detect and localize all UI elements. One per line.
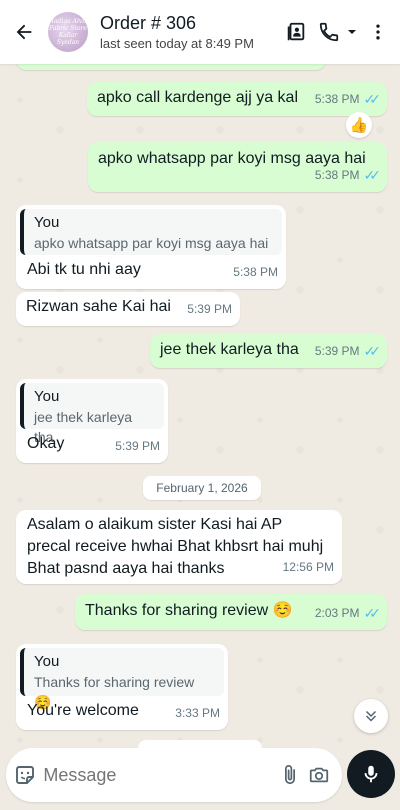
message-meta: 5:39 PM ✓✓ xyxy=(314,340,382,362)
phone-icon xyxy=(319,22,339,42)
last-seen-status: last seen today at 8:49 PM xyxy=(100,36,254,51)
message-incoming[interactable]: You jee thek karleya tha Okay 5:39 PM xyxy=(16,379,168,463)
message-text-line: Bhat pasnd aaya hai thanks xyxy=(27,560,225,577)
message-time: 5:38 PM xyxy=(314,92,360,106)
message-text: Thanks for sharing review ☺️ xyxy=(85,602,293,619)
message-meta: 5:39 PM xyxy=(187,298,232,320)
message-outgoing[interactable]: apko call kardenge ajj ya kal 5:38 PM ✓✓ xyxy=(87,82,387,116)
scroll-to-bottom-button[interactable] xyxy=(354,699,388,733)
chat-title: Order # 306 xyxy=(100,13,197,33)
read-ticks-icon: ✓✓ xyxy=(363,343,382,359)
reaction-badge[interactable]: 👍 xyxy=(346,112,372,138)
mic-icon xyxy=(364,765,378,783)
voice-message-button[interactable] xyxy=(347,750,395,798)
avatar-logo-text: Hadiqa Alvis Fabric Store Kallar Syedan xyxy=(48,18,88,46)
message-text: apko call kardenge ajj ya kal xyxy=(97,89,299,106)
message-text: Abi tk tu nhi aay xyxy=(27,261,141,278)
message-meta: 5:38 PM ✓✓ xyxy=(314,88,382,110)
message-text-line: precal receive hwhai Bhat khbsrt hai muh… xyxy=(27,538,324,555)
message-outgoing[interactable]: Thanks for sharing review ☺️ 2:03 PM ✓✓ xyxy=(75,594,387,630)
date-separator: February 1, 2026 xyxy=(143,476,261,500)
thumbs-up-icon: 👍 xyxy=(349,117,369,134)
message-incoming[interactable]: You apko whatsapp par koyi msg aaya hai … xyxy=(16,205,286,289)
message-incoming[interactable]: You Thanks for sharing review ☺️ You're … xyxy=(16,644,228,730)
message-time: 5:39 PM xyxy=(115,439,160,453)
message-outgoing[interactable]: jee thek karleya tha 5:39 PM ✓✓ xyxy=(150,334,387,368)
back-button[interactable] xyxy=(2,0,46,64)
more-vert-icon xyxy=(376,24,380,40)
message-text: Okay xyxy=(27,435,65,452)
message-composer xyxy=(6,748,342,802)
message-incoming[interactable]: Rizwan sahe Kai hai 5:39 PM xyxy=(16,292,240,326)
paperclip-icon xyxy=(284,765,295,785)
message-incoming[interactable]: Asalam o alaikum sister Kasi hai AP prec… xyxy=(16,510,342,584)
message-time: 5:39 PM xyxy=(187,302,232,316)
caret-down-icon xyxy=(348,30,356,34)
contact-card-button[interactable] xyxy=(278,12,314,52)
arrow-left-icon xyxy=(16,24,32,40)
message-meta: 2:03 PM ✓✓ xyxy=(314,602,382,624)
read-ticks-icon: ✓✓ xyxy=(363,91,382,107)
avatar[interactable]: Hadiqa Alvis Fabric Store Kallar Syedan xyxy=(48,12,88,52)
message-text: You're welcome xyxy=(27,702,139,719)
quote-author: You xyxy=(34,653,60,670)
message-meta: 5:39 PM xyxy=(115,435,160,457)
camera-button[interactable] xyxy=(305,748,334,802)
message-text: Rizwan sahe Kai hai xyxy=(26,298,171,315)
message-time: 3:33 PM xyxy=(175,706,220,720)
sticker-icon xyxy=(15,766,34,784)
read-ticks-icon: ✓✓ xyxy=(363,167,382,183)
contact-info[interactable]: Order # 306 last seen today at 8:49 PM xyxy=(100,12,278,52)
message-time: 2:03 PM xyxy=(314,606,360,620)
message-text: jee thek karleya tha xyxy=(160,341,299,358)
camera-icon xyxy=(310,767,329,783)
message-meta: 12:56 PM xyxy=(283,556,334,578)
message-time: 5:39 PM xyxy=(314,344,360,358)
quote-author: You xyxy=(34,214,60,231)
quoted-message[interactable]: You apko whatsapp par koyi msg aaya hai xyxy=(20,209,282,255)
more-options-button[interactable] xyxy=(360,12,396,52)
read-ticks-icon: ✓✓ xyxy=(363,605,382,621)
message-text-line: Asalam o alaikum sister Kasi hai AP xyxy=(27,516,283,533)
call-button[interactable] xyxy=(314,12,344,52)
message-meta: 5:38 PM xyxy=(233,261,278,283)
chat-header: Hadiqa Alvis Fabric Store Kallar Syedan … xyxy=(0,0,400,64)
quote-text: apko whatsapp par koyi msg aaya hai xyxy=(34,235,269,251)
message-meta: 5:38 PM ✓✓ xyxy=(314,164,382,186)
quote-author: You xyxy=(34,388,60,405)
sticker-button[interactable] xyxy=(10,748,39,802)
message-input[interactable] xyxy=(39,755,276,795)
message-time: 12:56 PM xyxy=(282,560,334,574)
quoted-message[interactable]: You Thanks for sharing review ☺️ xyxy=(20,648,224,710)
attach-button[interactable] xyxy=(275,748,304,802)
message-meta: 3:33 PM xyxy=(175,702,220,724)
message-outgoing[interactable]: apko whatsapp par koyi msg aaya hai 5:38… xyxy=(88,142,387,192)
message-time: 5:38 PM xyxy=(233,265,278,279)
message-time: 5:38 PM xyxy=(314,168,360,182)
contact-card-icon xyxy=(287,22,305,41)
quoted-message[interactable]: You jee thek karleya tha xyxy=(20,383,164,445)
call-options-button[interactable] xyxy=(344,12,360,52)
double-chevron-down-icon xyxy=(365,710,377,722)
